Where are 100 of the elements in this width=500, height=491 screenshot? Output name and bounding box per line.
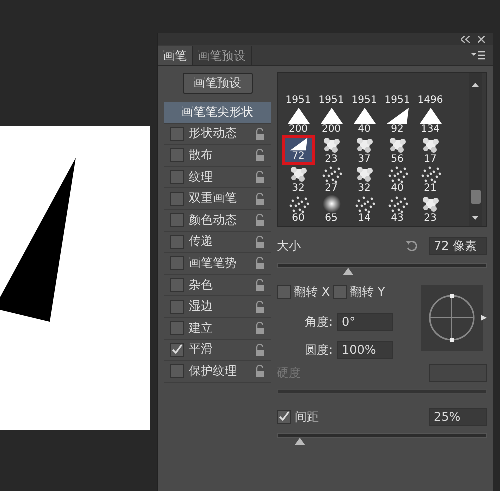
splatter-icon — [420, 136, 440, 154]
option-label[interactable]: 散布 — [189, 146, 250, 164]
triangle-icon — [420, 108, 442, 124]
spacing-slider[interactable] — [277, 433, 487, 445]
brush-tip[interactable]: 1951 — [348, 76, 381, 106]
brush-tip[interactable]: 40 — [381, 164, 414, 194]
lock-icon[interactable] — [255, 171, 265, 184]
tip-size: 134 — [420, 124, 440, 136]
checkbox[interactable] — [170, 126, 184, 141]
checkbox[interactable] — [170, 364, 184, 378]
option-label[interactable]: 保护纹理 — [189, 362, 250, 380]
checkbox[interactable] — [170, 148, 184, 162]
flip-y-label[interactable]: 翻转 Y — [350, 284, 386, 300]
option-label[interactable]: 双重画笔 — [189, 190, 250, 208]
slider-thumb[interactable] — [295, 438, 306, 445]
brush-tip[interactable]: 17 — [414, 135, 447, 165]
option-label[interactable]: 形状动态 — [189, 125, 250, 142]
brush-tip[interactable]: 72 — [282, 135, 315, 165]
scroll-down-icon[interactable] — [472, 216, 479, 220]
brush-tip[interactable]: 23 — [315, 135, 348, 165]
brush-tip-shape-item[interactable]: 画笔笔尖形状 — [164, 102, 271, 124]
lock-icon[interactable] — [255, 128, 265, 140]
lock-icon[interactable] — [255, 300, 265, 313]
brush-tip[interactable]: 1496 — [414, 76, 447, 106]
checkbox[interactable] — [170, 213, 184, 228]
option-label[interactable]: 杂色 — [189, 276, 250, 294]
tip-size: 40 — [391, 183, 404, 194]
brush-tip[interactable]: 32 — [282, 164, 315, 194]
checkbox[interactable] — [333, 285, 348, 299]
brush-tip[interactable]: 21 — [414, 164, 447, 194]
size-label: 大小 — [277, 238, 301, 254]
collapse-icon[interactable] — [461, 36, 470, 42]
brush-tip[interactable]: 37 — [348, 135, 381, 165]
checkbox[interactable] — [277, 410, 291, 424]
brush-tip[interactable]: 1951 — [381, 76, 414, 106]
panel-tab[interactable]: 画笔 — [158, 46, 193, 65]
brush-tip[interactable]: 14 — [348, 194, 381, 224]
close-icon[interactable] — [478, 36, 485, 42]
brush-tip[interactable]: 40 — [348, 106, 381, 136]
spray-icon — [322, 165, 342, 184]
option-label[interactable]: 湿边 — [189, 298, 250, 316]
tip-size: 40 — [358, 124, 371, 136]
brush-tip[interactable]: 1951 — [282, 76, 315, 106]
lock-icon[interactable] — [255, 344, 265, 356]
menu-icon[interactable] — [471, 51, 485, 60]
checkbox[interactable] — [170, 234, 184, 249]
scroll-up-icon[interactable] — [472, 83, 479, 87]
option-label[interactable]: 画笔笔势 — [189, 254, 250, 272]
lock-icon[interactable] — [255, 257, 265, 270]
slider-thumb[interactable] — [343, 268, 354, 275]
lock-icon[interactable] — [255, 236, 265, 248]
tip-size: 60 — [292, 212, 305, 224]
lock-icon[interactable] — [255, 365, 265, 378]
scroll-thumb[interactable] — [470, 190, 480, 204]
angle-field[interactable]: 0° — [337, 313, 393, 331]
brush-tip[interactable]: 60 — [282, 194, 315, 224]
checkbox[interactable] — [170, 192, 184, 206]
tip-size: 56 — [391, 154, 404, 165]
tip-size: 1951 — [352, 94, 378, 106]
lock-icon[interactable] — [255, 279, 265, 292]
lock-icon[interactable] — [255, 322, 265, 334]
brush-presets-button[interactable]: 画笔预设 — [182, 73, 252, 94]
option-label[interactable]: 传递 — [189, 233, 250, 250]
lock-icon[interactable] — [255, 149, 265, 162]
lock-icon[interactable] — [255, 192, 265, 205]
tip-size: 32 — [358, 183, 371, 194]
brush-tip[interactable]: 200 — [315, 106, 348, 136]
option-label[interactable]: 纹理 — [189, 168, 250, 186]
option-label[interactable]: 建立 — [189, 320, 250, 337]
angle-preview-drawing[interactable] — [421, 285, 487, 351]
lock-icon[interactable] — [255, 214, 265, 226]
checkbox[interactable] — [277, 285, 291, 299]
brush-tip[interactable]: 1951 — [315, 76, 348, 106]
spacing-field[interactable]: 25% — [429, 408, 487, 426]
option-label[interactable]: 平滑 — [189, 341, 250, 358]
brush-tip[interactable]: 43 — [381, 194, 414, 224]
brush-tip[interactable]: 92 — [381, 106, 414, 136]
roundness-field[interactable]: 100% — [337, 341, 393, 359]
tip-size: 17 — [424, 154, 437, 165]
size-slider[interactable] — [277, 263, 487, 275]
flip-x-label[interactable]: 翻转 X — [294, 284, 330, 300]
brush-tip[interactable]: 134 — [414, 106, 447, 136]
brush-tip[interactable]: 27 — [315, 164, 348, 194]
brush-tip[interactable]: 32 — [348, 164, 381, 194]
brush-tip[interactable]: 200 — [282, 106, 315, 136]
brush-tip[interactable]: 65 — [315, 194, 348, 224]
tip-size: 1951 — [286, 94, 312, 106]
checkbox[interactable] — [170, 321, 184, 336]
checkbox[interactable] — [170, 256, 184, 270]
brush-tip[interactable]: 23 — [414, 194, 447, 224]
scrollbar[interactable] — [469, 73, 482, 226]
checkbox[interactable] — [170, 342, 184, 357]
size-field[interactable]: 72 像素 — [429, 237, 487, 255]
reset-icon[interactable] — [405, 240, 419, 252]
checkbox[interactable] — [170, 300, 184, 314]
brush-tip[interactable]: 56 — [381, 135, 414, 165]
checkbox[interactable] — [170, 278, 184, 292]
option-label[interactable]: 颜色动态 — [189, 212, 250, 229]
checkbox[interactable] — [170, 170, 184, 184]
spacing-label[interactable]: 间距 — [295, 408, 319, 426]
